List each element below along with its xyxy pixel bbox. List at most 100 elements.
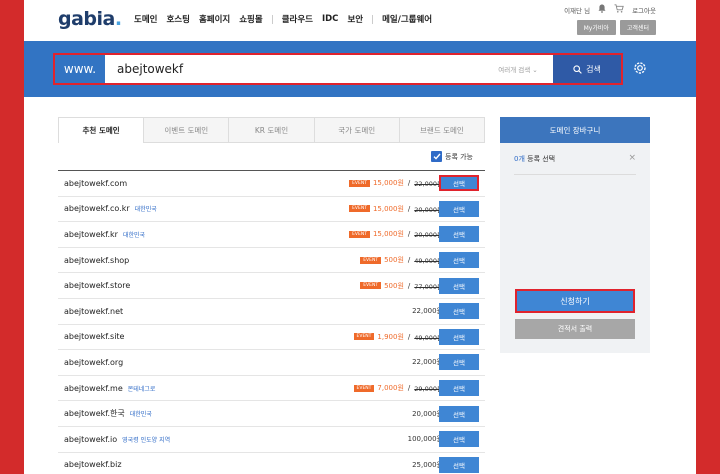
price: 100,000원	[407, 435, 443, 444]
domain-row: abejtowekf.store EVENT 500원/77,000원 선택	[58, 273, 485, 299]
domain-row: abejtowekf.한국 대한민국 20,000원 선택	[58, 401, 485, 427]
quote-print-button[interactable]: 견적서 출력	[515, 319, 635, 339]
gabia-logo[interactable]: gabia.	[58, 8, 122, 30]
price-separator: /	[407, 179, 411, 188]
sale-price: 15,000원	[372, 230, 404, 239]
select-button[interactable]: 선택	[439, 200, 479, 217]
select-button[interactable]: 선택	[439, 328, 479, 345]
sale-price: 7,000원	[377, 384, 404, 393]
select-button[interactable]: 선택	[439, 277, 479, 294]
price-separator: /	[407, 281, 411, 290]
search-button[interactable]: 검색	[553, 55, 621, 83]
nav-cloud[interactable]: 클라우드	[282, 13, 313, 25]
utility-buttons: My가비아 고객센터	[573, 20, 656, 35]
cart-icon[interactable]	[614, 4, 624, 15]
tab-recommended[interactable]: 추천 도메인	[59, 118, 145, 143]
domain-country-tag: 영국령 인도양 지역	[122, 436, 171, 444]
price-area: EVENT 15,000원/20,000원	[349, 204, 443, 214]
nav-idc[interactable]: IDC	[322, 14, 338, 24]
tab-country[interactable]: 국가 도메인	[314, 118, 400, 143]
select-button[interactable]: 선택	[439, 405, 479, 422]
select-button[interactable]: 선택	[439, 226, 479, 243]
domain-name: abejtowekf.io	[64, 434, 118, 444]
domain-row: abejtowekf.co.kr 대한민국 EVENT 15,000원/20,000원…	[58, 197, 485, 223]
nav-hosting[interactable]: 호스팅	[166, 13, 189, 25]
nav-homepage[interactable]: 홈페이지	[199, 13, 230, 25]
domain-row: abejtowekf.org 22,000원 선택	[58, 350, 485, 376]
sale-price: 500원	[384, 256, 404, 265]
price-separator: /	[407, 204, 411, 213]
cart-title: 도메인 장바구니	[500, 117, 650, 143]
checkbox-checked-icon[interactable]	[431, 151, 442, 162]
domain-row: abejtowekf.shop EVENT 500원/49,000원 선택	[58, 248, 485, 274]
utility-bar: 이재단 님 로그아웃	[556, 4, 656, 15]
close-icon[interactable]: ×	[628, 153, 636, 163]
nav-mail[interactable]: 메일/그룹웨어	[382, 13, 432, 25]
domain-country-tag: 대한민국	[122, 231, 146, 239]
nav-divider	[372, 14, 374, 24]
main-nav: 도메인 호스팅 홈페이지 쇼핑몰 클라우드 IDC 보안 메일/그룹웨어	[134, 13, 441, 25]
domain-search-input[interactable]	[105, 55, 483, 83]
domain-row: abejtowekf.biz 25,000원 선택	[58, 453, 485, 474]
domain-name: abejtowekf.한국	[64, 409, 125, 419]
mygabia-button[interactable]: My가비아	[576, 20, 616, 35]
domain-name: abejtowekf.site	[64, 332, 125, 342]
nav-domain[interactable]: 도메인	[134, 13, 157, 25]
select-button[interactable]: 선택	[439, 354, 479, 371]
page: gabia. 도메인 호스팅 홈페이지 쇼핑몰 클라우드 IDC 보안 메일/그…	[24, 0, 696, 474]
tab-brand[interactable]: 브랜드 도메인	[399, 118, 485, 143]
domain-name: abejtowekf.net	[64, 306, 124, 316]
event-badge: EVENT	[353, 333, 375, 341]
available-filter[interactable]: 등록 가능	[431, 151, 473, 162]
event-badge: EVENT	[349, 179, 370, 187]
multi-search-toggle[interactable]: 여러개 검색 ⌄	[483, 55, 553, 83]
domain-name: abejtowekf.shop	[64, 255, 130, 265]
domain-row: abejtowekf.io 영국령 인도양 지역 100,000원 선택	[58, 427, 485, 453]
nav-security[interactable]: 보안	[347, 13, 363, 25]
price-area: EVENT 15,000원/22,000원	[349, 178, 443, 188]
logout-link[interactable]: 로그아웃	[632, 5, 656, 15]
domain-tabs: 추천 도메인 이벤트 도메인 KR 도메인 국가 도메인 브랜드 도메인	[58, 117, 485, 143]
domain-name: abejtowekf.store	[64, 281, 131, 291]
price-area: EVENT 15,000원/20,000원	[349, 229, 443, 239]
select-button[interactable]: 선택	[439, 431, 479, 448]
select-button[interactable]: 선택	[439, 303, 479, 320]
domain-name: abejtowekf.kr	[64, 229, 118, 239]
cart-count: 0개 등록 선택	[514, 155, 556, 163]
gear-icon[interactable]	[632, 60, 648, 78]
cart-panel: 0개 등록 선택 × 신청하기 견적서 출력	[500, 143, 650, 353]
nav-divider	[271, 14, 273, 24]
event-badge: EVENT	[353, 384, 375, 392]
tab-event[interactable]: 이벤트 도메인	[144, 118, 230, 143]
domain-row: abejtowekf.net 22,000원 선택	[58, 299, 485, 325]
sale-price: 500원	[384, 281, 404, 290]
sale-price: 15,000원	[372, 179, 404, 188]
domain-row: abejtowekf.me 몬테네그로 EVENT 7,000원/29,000원 선택	[58, 376, 485, 402]
sale-price: 1,900원	[377, 332, 404, 341]
domain-row: abejtowekf.kr 대한민국 EVENT 15,000원/20,000원 선택	[58, 222, 485, 248]
domain-name: abejtowekf.org	[64, 357, 124, 367]
price-separator: /	[407, 332, 411, 341]
domain-country-tag: 대한민국	[129, 411, 152, 419]
search-icon	[573, 64, 582, 74]
select-button[interactable]: 선택	[439, 175, 479, 192]
apply-button[interactable]: 신청하기	[515, 289, 635, 313]
event-badge: EVENT	[349, 205, 370, 213]
bell-icon[interactable]	[598, 4, 606, 15]
www-prefix: www.	[55, 55, 105, 83]
select-button[interactable]: 선택	[439, 252, 479, 269]
price-area: 100,000원	[408, 434, 443, 444]
event-badge: EVENT	[349, 230, 370, 238]
available-label: 등록 가능	[445, 152, 473, 161]
price-separator: /	[407, 256, 411, 265]
tab-kr[interactable]: KR 도메인	[229, 118, 315, 143]
nav-shopping[interactable]: 쇼핑몰	[239, 13, 262, 25]
domain-result-list: abejtowekf.com EVENT 15,000원/22,000원 선택 abej…	[58, 170, 485, 474]
support-button[interactable]: 고객센터	[619, 20, 656, 35]
sale-price: 15,000원	[372, 204, 404, 213]
select-button[interactable]: 선택	[439, 380, 479, 397]
price-separator: /	[407, 230, 411, 239]
select-button[interactable]: 선택	[439, 456, 479, 473]
user-name: 이재단 님	[564, 6, 591, 15]
price-area: EVENT 500원/49,000원	[360, 255, 443, 265]
